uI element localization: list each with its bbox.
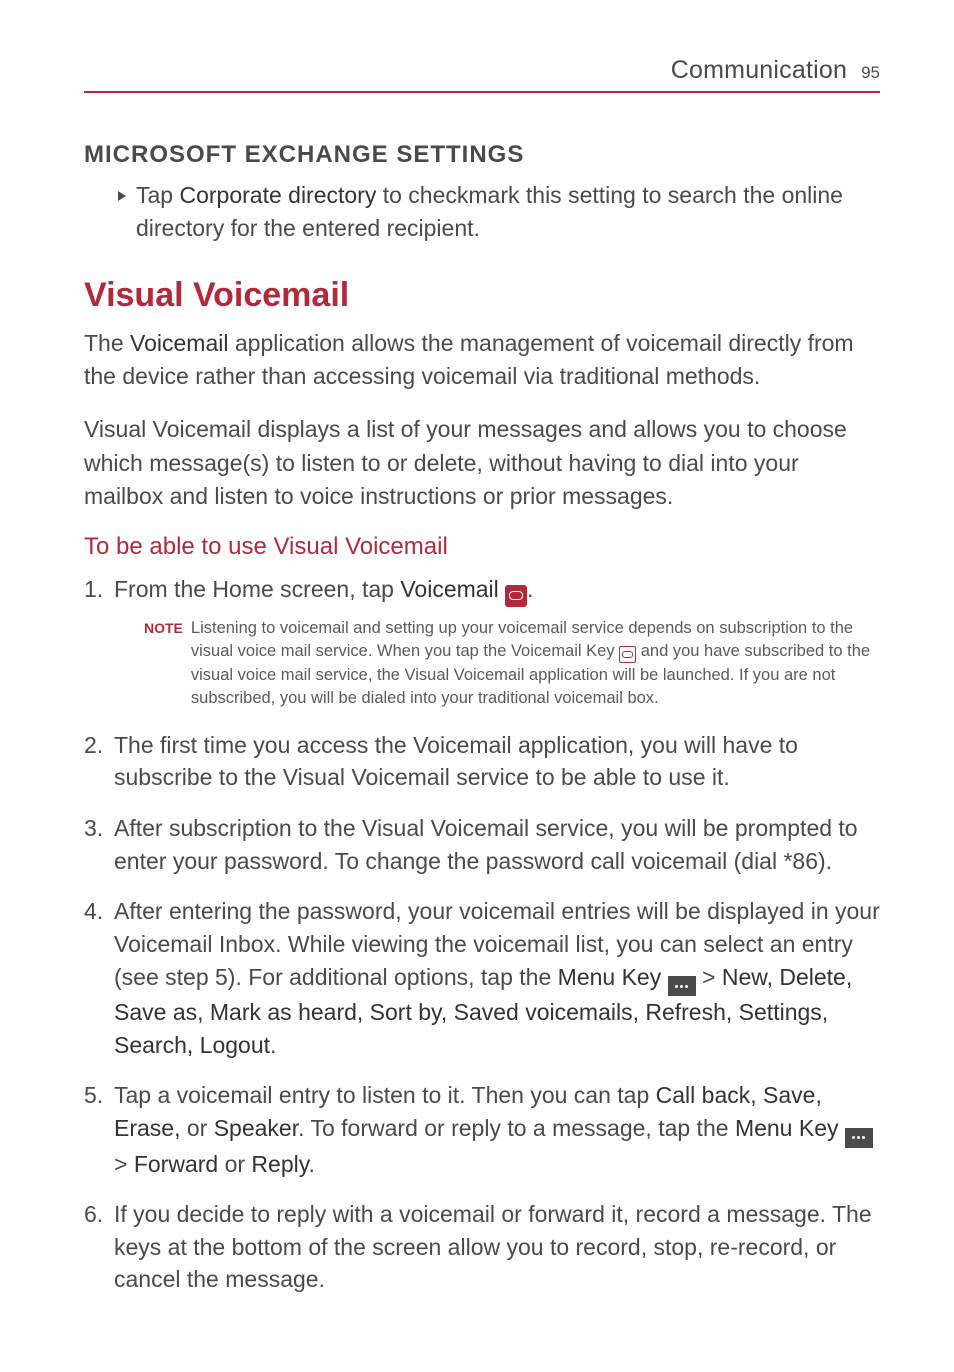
step4-period: .	[270, 1032, 276, 1058]
step-2: The first time you access the Voicemail …	[84, 729, 880, 794]
vv-para-2: Visual Voicemail displays a list of your…	[84, 413, 880, 513]
step1-text-a: From the Home screen, tap	[114, 576, 400, 602]
step5-text-b: . To forward or reply to a message, tap …	[298, 1115, 735, 1141]
vv-p1a: The	[84, 330, 130, 356]
ms-exchange-section: MICROSOFT EXCHANGE SETTINGS Tap Corporat…	[84, 141, 880, 246]
step1-period: .	[527, 576, 533, 602]
ms-exchange-bullet: Tap Corporate directory to checkmark thi…	[84, 179, 880, 246]
term-speaker: Speaker	[214, 1115, 298, 1141]
menu-key-icon-2	[845, 1128, 873, 1148]
step5-or2: or	[218, 1151, 251, 1177]
step-4: After entering the password, your voicem…	[84, 895, 880, 1061]
vv-subheading: To be able to use Visual Voicemail	[84, 533, 880, 561]
note-block: NOTE Listening to voicemail and setting …	[114, 617, 880, 711]
ms-exchange-heading: MICROSOFT EXCHANGE SETTINGS	[84, 141, 880, 169]
note-body: Listening to voicemail and setting up yo…	[191, 617, 880, 711]
term-menu-key-2: Menu Key	[735, 1115, 845, 1141]
term-voicemail: Voicemail	[130, 330, 228, 356]
step-5: Tap a voicemail entry to listen to it. T…	[84, 1079, 880, 1180]
page-header: Communication 95	[84, 56, 880, 93]
term-reply: Reply	[251, 1151, 308, 1177]
bullet-prefix: Tap	[136, 182, 179, 208]
step-1: From the Home screen, tap Voicemail . NO…	[84, 573, 880, 710]
voicemail-app-icon	[505, 585, 527, 607]
step-6: If you decide to reply with a voicemail …	[84, 1198, 880, 1296]
visual-voicemail-title: Visual Voicemail	[84, 276, 880, 315]
step5-gt: >	[114, 1151, 134, 1177]
menu-key-icon	[668, 976, 696, 996]
page-number: 95	[861, 63, 880, 83]
step5-or: or	[180, 1115, 213, 1141]
term-forward: Forward	[134, 1151, 218, 1177]
step-3: After subscription to the Visual Voicema…	[84, 812, 880, 877]
step5-text-a: Tap a voicemail entry to listen to it. T…	[114, 1082, 656, 1108]
step4-gt: >	[696, 964, 722, 990]
voicemail-key-icon	[619, 646, 636, 663]
vv-para-1: The Voicemail application allows the man…	[84, 327, 880, 394]
term-menu-key: Menu Key	[558, 964, 668, 990]
term-corporate-directory: Corporate directory	[179, 182, 376, 208]
step5-period: .	[309, 1151, 315, 1177]
term-voicemail-app: Voicemail	[400, 576, 505, 602]
header-section-title: Communication	[671, 56, 847, 85]
triangle-bullet-icon	[118, 191, 126, 201]
steps-list: From the Home screen, tap Voicemail . NO…	[84, 573, 880, 1296]
note-label: NOTE	[144, 617, 183, 711]
bullet-text: Tap Corporate directory to checkmark thi…	[136, 179, 880, 246]
